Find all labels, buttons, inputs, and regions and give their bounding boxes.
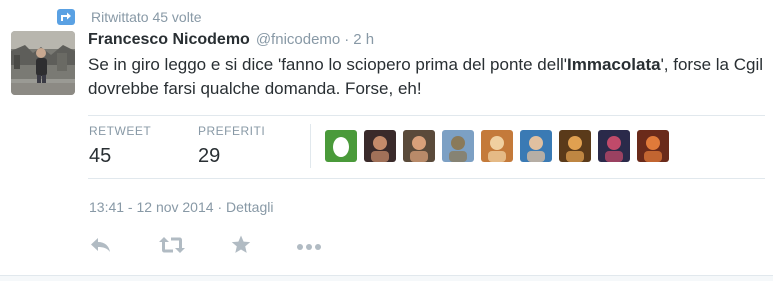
stats-divider-bottom	[88, 178, 765, 179]
tweet-timestamp: 13:41 - 12 nov 2014 · Dettagli	[89, 199, 273, 215]
favorite-stat[interactable]: PREFERITI 29	[198, 124, 265, 169]
favoriter-avatar[interactable]	[637, 130, 669, 162]
favoriter-avatar[interactable]	[598, 130, 630, 162]
tweet-text: Se in giro leggo e si dice 'fanno lo sci…	[88, 53, 768, 101]
more-button[interactable]	[296, 236, 322, 258]
favoriter-avatar[interactable]	[481, 130, 513, 162]
retweet-stat[interactable]: RETWEET 45	[89, 124, 151, 169]
stats-vertical-separator	[310, 124, 311, 168]
tweet-header: Francesco Nicodemo @fnicodemo · 2 h	[88, 31, 374, 51]
favoriter-avatar[interactable]	[559, 130, 591, 162]
favoriter-avatar[interactable]	[403, 130, 435, 162]
stats-divider-top	[88, 115, 765, 116]
favorite-stat-value: 29	[198, 145, 221, 167]
retweet-context: Ritwittato 45 volte	[57, 7, 202, 27]
retweet-button[interactable]	[158, 236, 186, 258]
details-separator: ·	[217, 199, 223, 215]
retweet-count-text[interactable]: Ritwittato 45 volte	[91, 9, 202, 25]
favoriter-avatars	[325, 130, 676, 162]
next-tweet-edge	[0, 276, 773, 281]
retweet-icon	[158, 236, 186, 259]
retweet-badge-icon	[57, 9, 75, 25]
header-separator: ·	[344, 31, 350, 48]
reply-button[interactable]	[90, 236, 112, 258]
favoriter-avatar[interactable]	[442, 130, 474, 162]
avatar[interactable]	[11, 31, 75, 95]
author-fullname[interactable]: Francesco Nicodemo	[88, 31, 250, 49]
author-username[interactable]: @fnicodemo	[256, 31, 340, 48]
tweet-text-bold: Immacolata	[567, 55, 661, 74]
timestamp-text[interactable]: 13:41 - 12 nov 2014	[89, 199, 214, 215]
favorite-stat-label: PREFERITI	[198, 124, 266, 138]
favorite-button[interactable]	[231, 235, 251, 259]
more-icon	[296, 238, 322, 256]
favoriter-avatar[interactable]	[520, 130, 552, 162]
star-icon	[231, 235, 251, 259]
retweet-stat-value: 45	[89, 145, 112, 167]
favoriter-avatar[interactable]	[364, 130, 396, 162]
tweet-text-part: Se in giro leggo e si dice 'fanno lo sci…	[88, 55, 568, 74]
details-link[interactable]: Dettagli	[226, 199, 273, 215]
tweet-relative-time[interactable]: 2 h	[353, 31, 374, 48]
favoriter-avatar[interactable]	[325, 130, 357, 162]
reply-icon	[90, 237, 112, 258]
retweet-stat-label: RETWEET	[89, 124, 152, 138]
